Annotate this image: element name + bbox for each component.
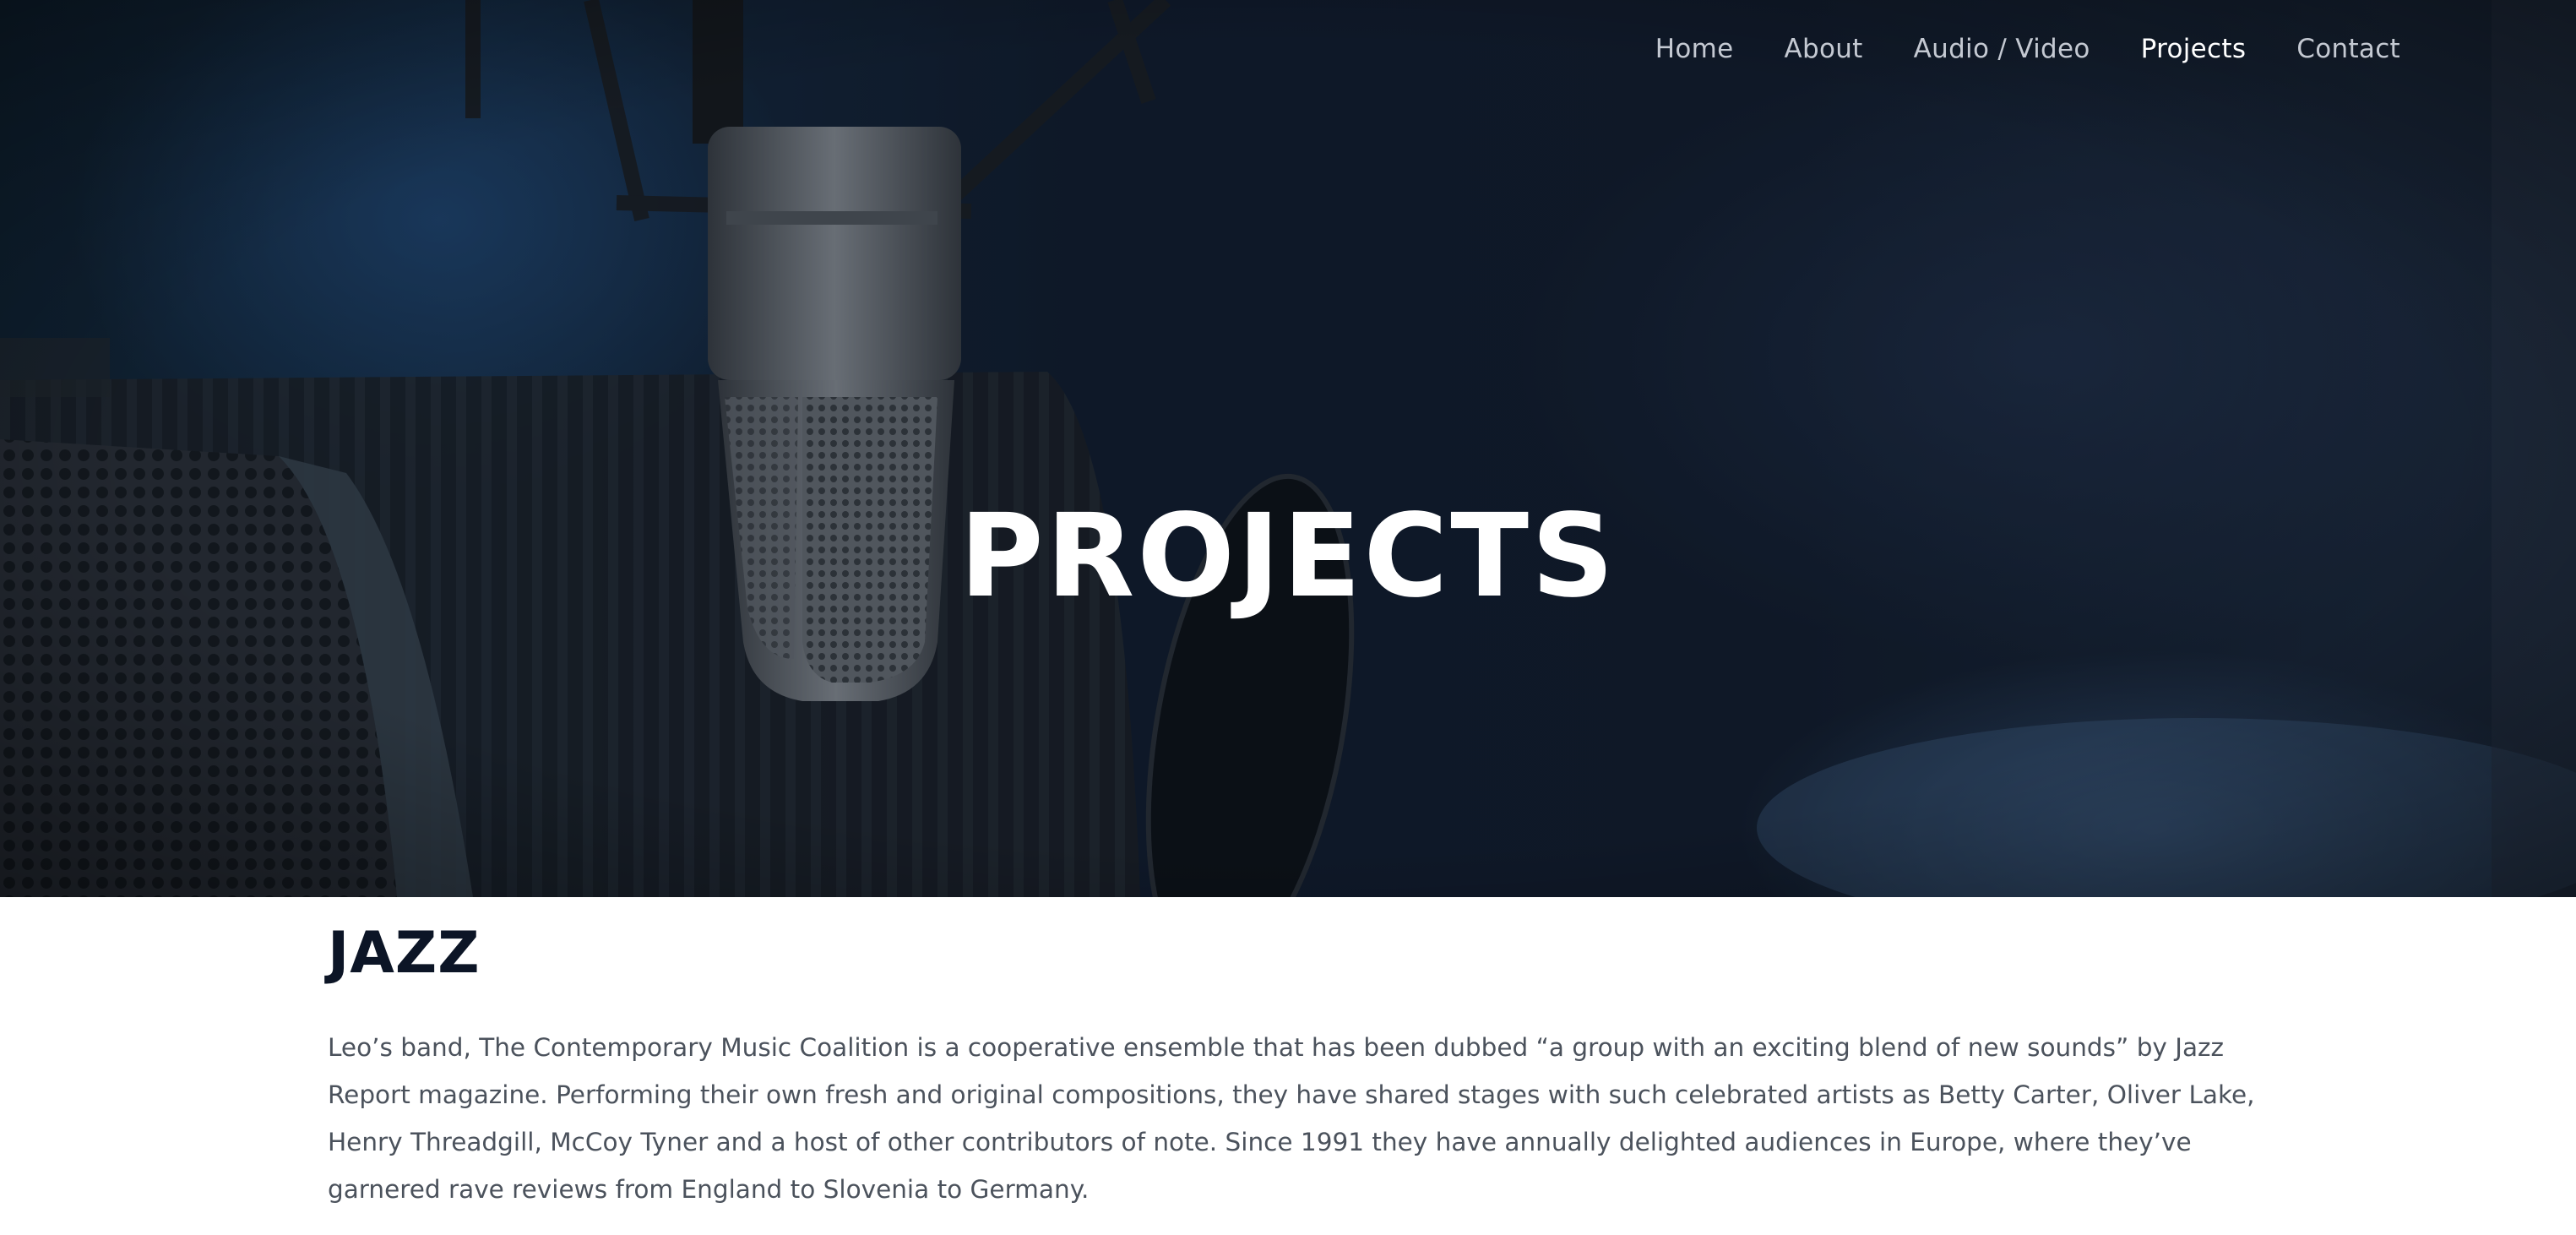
studio-microphone-photo	[0, 0, 2576, 897]
nav-link-contact[interactable]: Contact	[2296, 34, 2400, 64]
page-title: PROJECTS	[959, 490, 1617, 624]
section-heading-jazz: JAZZ	[328, 920, 481, 987]
section-body-text: Leo’s band, The Contemporary Music Coali…	[328, 1032, 2255, 1204]
nav-link-about[interactable]: About	[1784, 34, 1862, 64]
nav-link-audio-video[interactable]: Audio / Video	[1914, 34, 2090, 64]
nav-link-home[interactable]: Home	[1655, 34, 1734, 64]
main-navigation: Home About Audio / Video Projects Contac…	[1655, 34, 2400, 64]
nav-link-projects[interactable]: Projects	[2141, 34, 2247, 64]
hero-banner: Home About Audio / Video Projects Contac…	[0, 0, 2576, 897]
main-content: JAZZ Leo’s band, The Contemporary Music …	[328, 897, 2270, 1213]
